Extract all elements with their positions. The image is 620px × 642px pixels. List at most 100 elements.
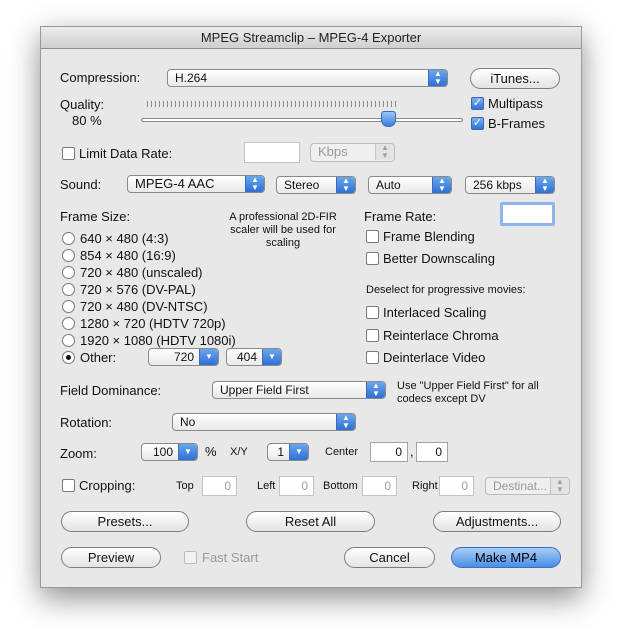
chevron-down-icon: ▼ bbox=[199, 349, 218, 365]
compression-value: H.264 bbox=[175, 71, 208, 85]
cancel-button[interactable]: Cancel bbox=[344, 547, 435, 568]
updown-arrows-icon: ▲ ▼ bbox=[336, 414, 355, 430]
updown-arrows-icon: ▲ ▼ bbox=[550, 478, 569, 494]
frame-size-radio-6[interactable] bbox=[62, 317, 75, 330]
center-x-input[interactable]: 0 bbox=[370, 442, 408, 462]
sound-label: Sound: bbox=[60, 177, 102, 192]
window-title: MPEG Streamclip – MPEG-4 Exporter bbox=[41, 27, 581, 49]
center-separator: , bbox=[410, 444, 414, 459]
quality-slider-knob[interactable] bbox=[381, 111, 396, 127]
quality-slider-ticks bbox=[147, 101, 396, 107]
crop-destination-value: Destinat... bbox=[493, 479, 548, 493]
multipass-label: Multipass bbox=[488, 96, 543, 111]
rotation-popup[interactable]: No ▲ ▼ bbox=[172, 413, 356, 431]
bframes-label: B-Frames bbox=[488, 116, 546, 131]
data-rate-input[interactable] bbox=[244, 142, 300, 163]
sound-channels-value: Stereo bbox=[284, 178, 320, 192]
sound-rate-popup[interactable]: Auto ▲ ▼ bbox=[368, 176, 452, 194]
frame-size-option-5: 720 × 480 (DV-NTSC) bbox=[80, 299, 208, 314]
data-rate-unit-popup[interactable]: Kbps ▲ ▼ bbox=[310, 143, 395, 162]
sound-bitrate-value: 256 kbps bbox=[473, 178, 522, 192]
cropping-checkbox[interactable] bbox=[62, 479, 75, 492]
crop-left-label: Left bbox=[257, 480, 276, 492]
center-y-input[interactable]: 0 bbox=[416, 442, 448, 462]
frame-size-option-4: 720 × 576 (DV-PAL) bbox=[80, 282, 196, 297]
frame-size-radio-other[interactable] bbox=[62, 351, 75, 364]
xy-label: X/Y bbox=[230, 446, 248, 458]
compression-popup[interactable]: H.264 ▲ ▼ bbox=[167, 69, 448, 87]
frame-size-radio-2[interactable] bbox=[62, 249, 75, 262]
crop-bottom-label: Bottom bbox=[323, 480, 358, 492]
interlaced-scaling-checkbox[interactable] bbox=[366, 306, 379, 319]
frame-size-radio-4[interactable] bbox=[62, 283, 75, 296]
crop-bottom-input[interactable]: 0 bbox=[362, 476, 397, 496]
updown-arrows-icon: ▲ ▼ bbox=[366, 382, 385, 398]
frame-rate-input[interactable] bbox=[500, 202, 555, 226]
deinterlace-video-checkbox[interactable] bbox=[366, 351, 379, 364]
field-dominance-value: Upper Field First bbox=[220, 383, 309, 397]
frame-size-other-label: Other: bbox=[80, 350, 117, 365]
zoom-label: Zoom: bbox=[60, 446, 97, 461]
sound-channels-popup[interactable]: Stereo ▲ ▼ bbox=[276, 176, 356, 194]
chevron-down-icon: ▼ bbox=[178, 444, 197, 460]
crop-right-label: Right bbox=[412, 480, 438, 492]
sound-bitrate-popup[interactable]: 256 kbps ▲ ▼ bbox=[465, 176, 555, 194]
rotation-value: No bbox=[180, 415, 196, 429]
deinterlace-video-label: Deinterlace Video bbox=[383, 350, 486, 365]
updown-arrows-icon: ▲ ▼ bbox=[432, 177, 451, 193]
xy-value: 1 bbox=[277, 445, 284, 459]
better-downscaling-checkbox[interactable] bbox=[366, 252, 379, 265]
preview-button[interactable]: Preview bbox=[61, 547, 161, 568]
scaler-note: A professional 2D-FIR scaler will be use… bbox=[229, 211, 337, 249]
updown-arrows-icon: ▲ ▼ bbox=[245, 176, 264, 192]
limit-data-rate-label: Limit Data Rate: bbox=[79, 146, 173, 161]
multipass-checkbox[interactable]: ✓ bbox=[471, 97, 484, 110]
presets-button[interactable]: Presets... bbox=[61, 511, 189, 532]
itunes-button[interactable]: iTunes... bbox=[470, 68, 560, 89]
frame-blending-label: Frame Blending bbox=[383, 229, 475, 244]
frame-size-option-1: 640 × 480 (4:3) bbox=[80, 231, 169, 246]
sound-rate-value: Auto bbox=[376, 178, 401, 192]
frame-width-combo[interactable]: 720 ▼ bbox=[148, 348, 219, 366]
data-rate-unit: Kbps bbox=[318, 144, 348, 159]
crop-destination-popup[interactable]: Destinat... ▲ ▼ bbox=[485, 477, 570, 495]
quality-slider[interactable] bbox=[141, 118, 463, 122]
field-dominance-popup[interactable]: Upper Field First ▲ ▼ bbox=[212, 381, 386, 399]
frame-size-radio-1[interactable] bbox=[62, 232, 75, 245]
frame-width-value: 720 bbox=[173, 350, 194, 364]
frame-size-option-7: 1920 × 1080 (HDTV 1080i) bbox=[80, 333, 236, 348]
crop-right-input[interactable]: 0 bbox=[439, 476, 474, 496]
crop-top-input[interactable]: 0 bbox=[202, 476, 237, 496]
adjustments-button[interactable]: Adjustments... bbox=[433, 511, 561, 532]
field-dominance-label: Field Dominance: bbox=[60, 383, 162, 398]
zoom-percent: % bbox=[205, 444, 217, 459]
zoom-value: 100 bbox=[152, 445, 173, 459]
crop-left-input[interactable]: 0 bbox=[279, 476, 314, 496]
frame-size-option-6: 1280 × 720 (HDTV 720p) bbox=[80, 316, 226, 331]
bframes-checkbox[interactable]: ✓ bbox=[471, 117, 484, 130]
reinterlace-chroma-checkbox[interactable] bbox=[366, 329, 379, 342]
quality-value: 80 % bbox=[72, 113, 102, 128]
frame-size-radio-3[interactable] bbox=[62, 266, 75, 279]
sound-codec-popup[interactable]: MPEG-4 AAC ▲ ▼ bbox=[127, 175, 265, 193]
frame-blending-checkbox[interactable] bbox=[366, 230, 379, 243]
better-downscaling-label: Better Downscaling bbox=[383, 251, 495, 266]
frame-size-radio-7[interactable] bbox=[62, 334, 75, 347]
fast-start-label: Fast Start bbox=[202, 550, 259, 565]
compression-label: Compression: bbox=[60, 70, 141, 85]
limit-data-rate-checkbox[interactable] bbox=[62, 147, 75, 160]
fast-start-checkbox[interactable] bbox=[184, 551, 197, 564]
updown-arrows-icon: ▲ ▼ bbox=[336, 177, 355, 193]
zoom-combo[interactable]: 100 ▼ bbox=[141, 443, 198, 461]
xy-combo[interactable]: 1 ▼ bbox=[267, 443, 309, 461]
crop-top-label: Top bbox=[176, 480, 194, 492]
make-mp4-button[interactable]: Make MP4 bbox=[451, 547, 561, 568]
frame-height-combo[interactable]: 404 ▼ bbox=[226, 348, 282, 366]
reset-all-button[interactable]: Reset All bbox=[246, 511, 375, 532]
frame-size-radio-5[interactable] bbox=[62, 300, 75, 313]
updown-arrows-icon: ▲ ▼ bbox=[535, 177, 554, 193]
exporter-window: MPEG Streamclip – MPEG-4 Exporter Compre… bbox=[40, 26, 582, 588]
interlaced-scaling-label: Interlaced Scaling bbox=[383, 305, 487, 320]
frame-size-option-3: 720 × 480 (unscaled) bbox=[80, 265, 203, 280]
frame-rate-label: Frame Rate: bbox=[364, 209, 437, 224]
